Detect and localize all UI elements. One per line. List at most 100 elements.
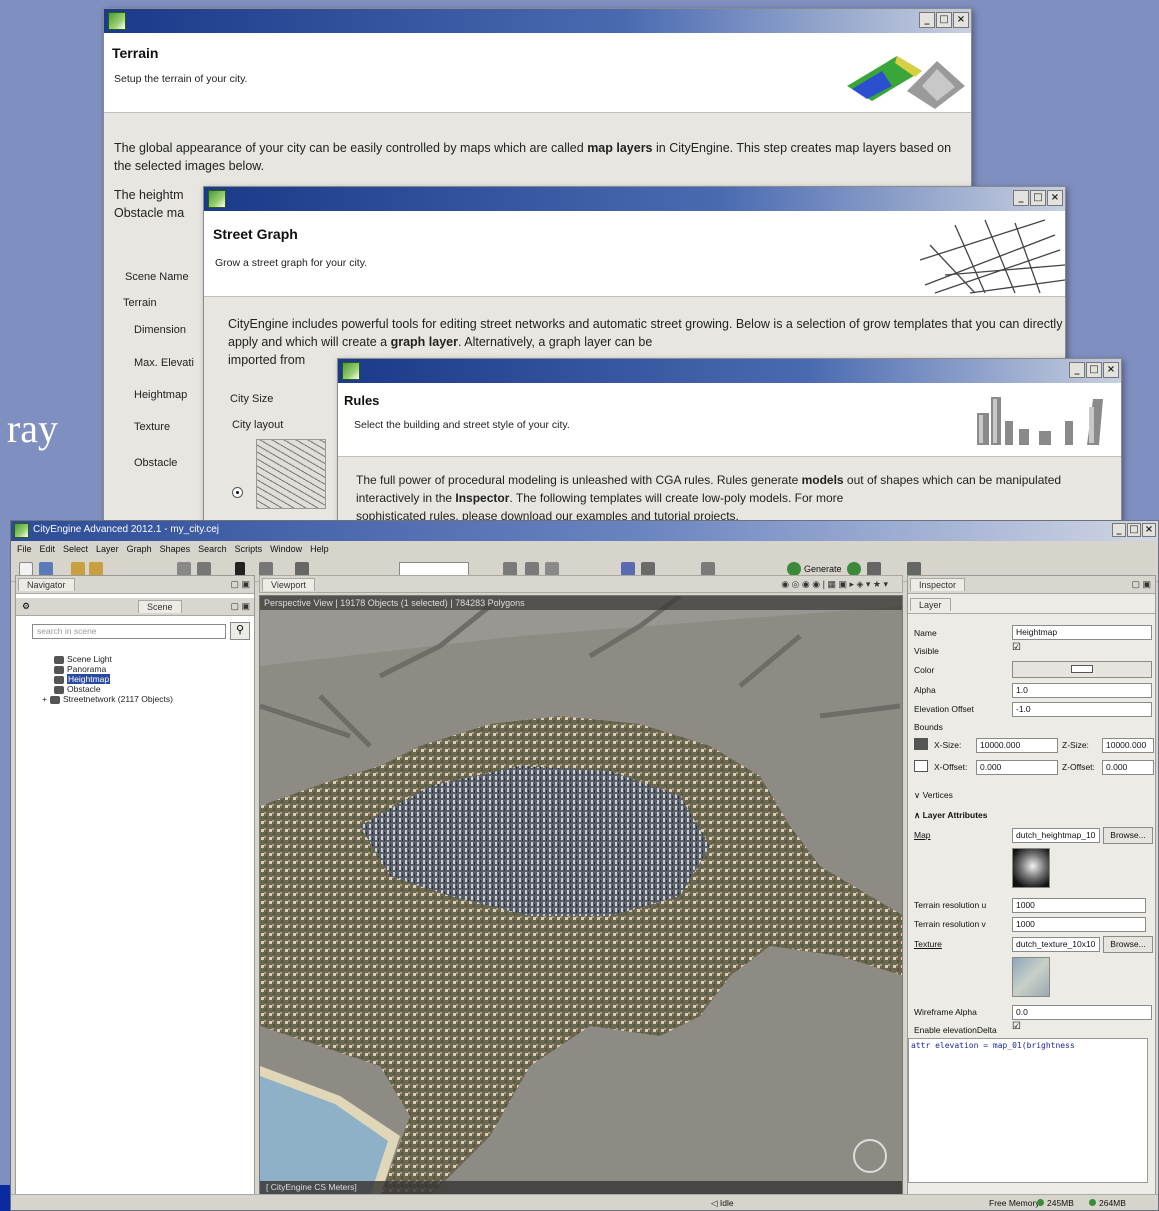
minimize-button[interactable]: _ [919, 12, 935, 28]
map-link[interactable]: Map [914, 830, 931, 840]
minimize-button[interactable]: _ [1069, 362, 1085, 378]
scene-minmax-icon[interactable]: ▢ ▣ [230, 601, 250, 612]
polygon-tool-icon[interactable] [295, 562, 309, 576]
visible-checkbox[interactable]: ☑ [1012, 642, 1021, 653]
z-offset-field[interactable]: 0.000 [1102, 760, 1154, 775]
regenerate-icon[interactable] [847, 562, 861, 576]
save-icon[interactable] [39, 562, 53, 576]
rules-window-titlebar[interactable]: _ □ × [338, 359, 1121, 383]
cleanup-icon[interactable] [641, 562, 655, 576]
street-tool-icon[interactable] [259, 562, 273, 576]
navigator-minmax-icon[interactable]: ▢ ▣ [230, 579, 250, 590]
street-desc-bold: graph layer [390, 335, 458, 349]
grow-streets-icon[interactable] [525, 562, 539, 576]
wireframe-alpha-field[interactable]: 0.0 [1012, 1005, 1152, 1020]
generate-label[interactable]: Generate [804, 564, 842, 574]
alpha-field[interactable]: 1.0 [1012, 683, 1152, 698]
name-label: Name [914, 628, 937, 638]
street-desc-part2: . Alternatively, a graph layer can be [457, 335, 653, 349]
select-tool-icon[interactable] [235, 562, 245, 576]
minimize-button[interactable]: _ [1112, 523, 1126, 537]
menu-window[interactable]: Window [270, 544, 302, 554]
shape-icon[interactable] [701, 562, 715, 576]
terrain-window-titlebar[interactable]: _ □ × [104, 9, 971, 33]
rules-wizard-header: Rules Select the building and street sty… [338, 383, 1121, 457]
toolbar-search-field[interactable] [399, 562, 469, 576]
map-browse-button[interactable]: Browse... [1103, 827, 1153, 844]
maximize-button[interactable]: □ [1030, 190, 1046, 206]
clear-models-icon[interactable] [867, 562, 881, 576]
viewport-camera-icons[interactable]: ◉ ◎ ◉ ◉ | ▦ ▣ ▸ ◈ ▾ ★ ▾ [781, 579, 888, 590]
menu-shapes[interactable]: Shapes [160, 544, 191, 554]
name-field[interactable]: Heightmap [1012, 625, 1152, 640]
undo-icon[interactable] [71, 562, 85, 576]
close-button[interactable]: × [1047, 190, 1063, 206]
terrain-map-icon [847, 56, 965, 109]
simplify-graph-icon[interactable] [545, 562, 559, 576]
export-icon[interactable] [907, 562, 921, 576]
new-file-icon[interactable] [19, 562, 33, 576]
move-tool-icon[interactable] [177, 562, 191, 576]
maximize-button[interactable]: □ [1127, 523, 1141, 537]
inspector-tabbar: Inspector ▢ ▣ [908, 576, 1155, 594]
app-titlebar[interactable]: CityEngine Advanced 2012.1 - my_city.cej… [11, 521, 1158, 541]
x-size-field[interactable]: 10000.000 [976, 738, 1058, 753]
rotate-tool-icon[interactable] [197, 562, 211, 576]
close-button[interactable]: × [1142, 523, 1156, 537]
street-window-titlebar[interactable]: _ □ × [204, 187, 1065, 211]
3d-viewport[interactable]: Perspective View | 19178 Objects (1 sele… [259, 595, 903, 1195]
search-button[interactable]: ⚲ [230, 622, 250, 640]
tab-viewport[interactable]: Viewport [262, 578, 315, 591]
tree-item-streetnetwork[interactable]: + Streetnetwork (2117 Objects) [42, 694, 173, 704]
cityengine-app-icon [342, 362, 360, 380]
map-file-field[interactable]: dutch_heightmap_10 [1012, 828, 1100, 843]
attr-code-editor[interactable]: attr elevation = map_01(brightness [908, 1038, 1148, 1183]
tree-item-scene-light[interactable]: Scene Light [54, 654, 112, 664]
tree-item-panorama[interactable]: Panorama [54, 664, 106, 674]
menu-edit[interactable]: Edit [40, 544, 56, 554]
menu-graph[interactable]: Graph [127, 544, 152, 554]
close-button[interactable]: × [1103, 362, 1119, 378]
menu-scripts[interactable]: Scripts [235, 544, 263, 554]
z-size-field[interactable]: 10000.000 [1102, 738, 1154, 753]
inspector-minmax-icon[interactable]: ▢ ▣ [1131, 579, 1151, 590]
obstacle-label: Obstacle [134, 457, 178, 469]
menu-select[interactable]: Select [63, 544, 88, 554]
texture-browse-button[interactable]: Browse... [1103, 936, 1153, 953]
terrain-resolution-u-field[interactable]: 1000 [1012, 898, 1146, 913]
tab-inspector[interactable]: Inspector [910, 578, 966, 591]
texture-link[interactable]: Texture [914, 939, 942, 949]
minimize-button[interactable]: _ [1013, 190, 1029, 206]
maximize-button[interactable]: □ [936, 12, 952, 28]
redo-icon[interactable] [89, 562, 103, 576]
tab-layer[interactable]: Layer [910, 598, 951, 611]
tab-navigator[interactable]: Navigator [18, 578, 75, 591]
offset-toggle-icon[interactable] [914, 760, 928, 772]
terrain-resolution-v-field[interactable]: 1000 [1012, 917, 1146, 932]
x-offset-field[interactable]: 0.000 [976, 760, 1058, 775]
texture-file-field[interactable]: dutch_texture_10x10 [1012, 937, 1100, 952]
close-button[interactable]: × [953, 12, 969, 28]
maximize-button[interactable]: □ [1086, 362, 1102, 378]
menu-layer[interactable]: Layer [96, 544, 119, 554]
generate-icon[interactable] [787, 562, 801, 576]
color-picker-button[interactable] [1012, 661, 1152, 678]
graph-layer-icon [50, 695, 60, 704]
layer-attributes-section[interactable]: ∧ Layer Attributes [914, 810, 987, 821]
enable-elevation-delta-checkbox[interactable]: ☑ [1012, 1021, 1021, 1032]
layer-icon[interactable] [621, 562, 635, 576]
tab-scene[interactable]: Scene [138, 600, 182, 613]
vertices-section[interactable]: ∨ Vertices [914, 790, 953, 801]
align-tool-icon[interactable] [503, 562, 517, 576]
menu-file[interactable]: File [17, 544, 32, 554]
scene-settings-icon[interactable]: ⚙ [22, 601, 30, 612]
bounds-toggle-icon[interactable] [914, 738, 928, 750]
menu-search[interactable]: Search [198, 544, 227, 554]
city-layout-radio[interactable] [232, 487, 243, 498]
tree-item-heightmap[interactable]: Heightmap [54, 674, 111, 684]
menu-help[interactable]: Help [310, 544, 329, 554]
scene-search-input[interactable]: search in scene [32, 624, 226, 639]
elevation-offset-field[interactable]: -1.0 [1012, 702, 1152, 717]
tree-item-obstacle[interactable]: Obstacle [54, 684, 101, 694]
city-layout-preview[interactable] [256, 439, 326, 509]
